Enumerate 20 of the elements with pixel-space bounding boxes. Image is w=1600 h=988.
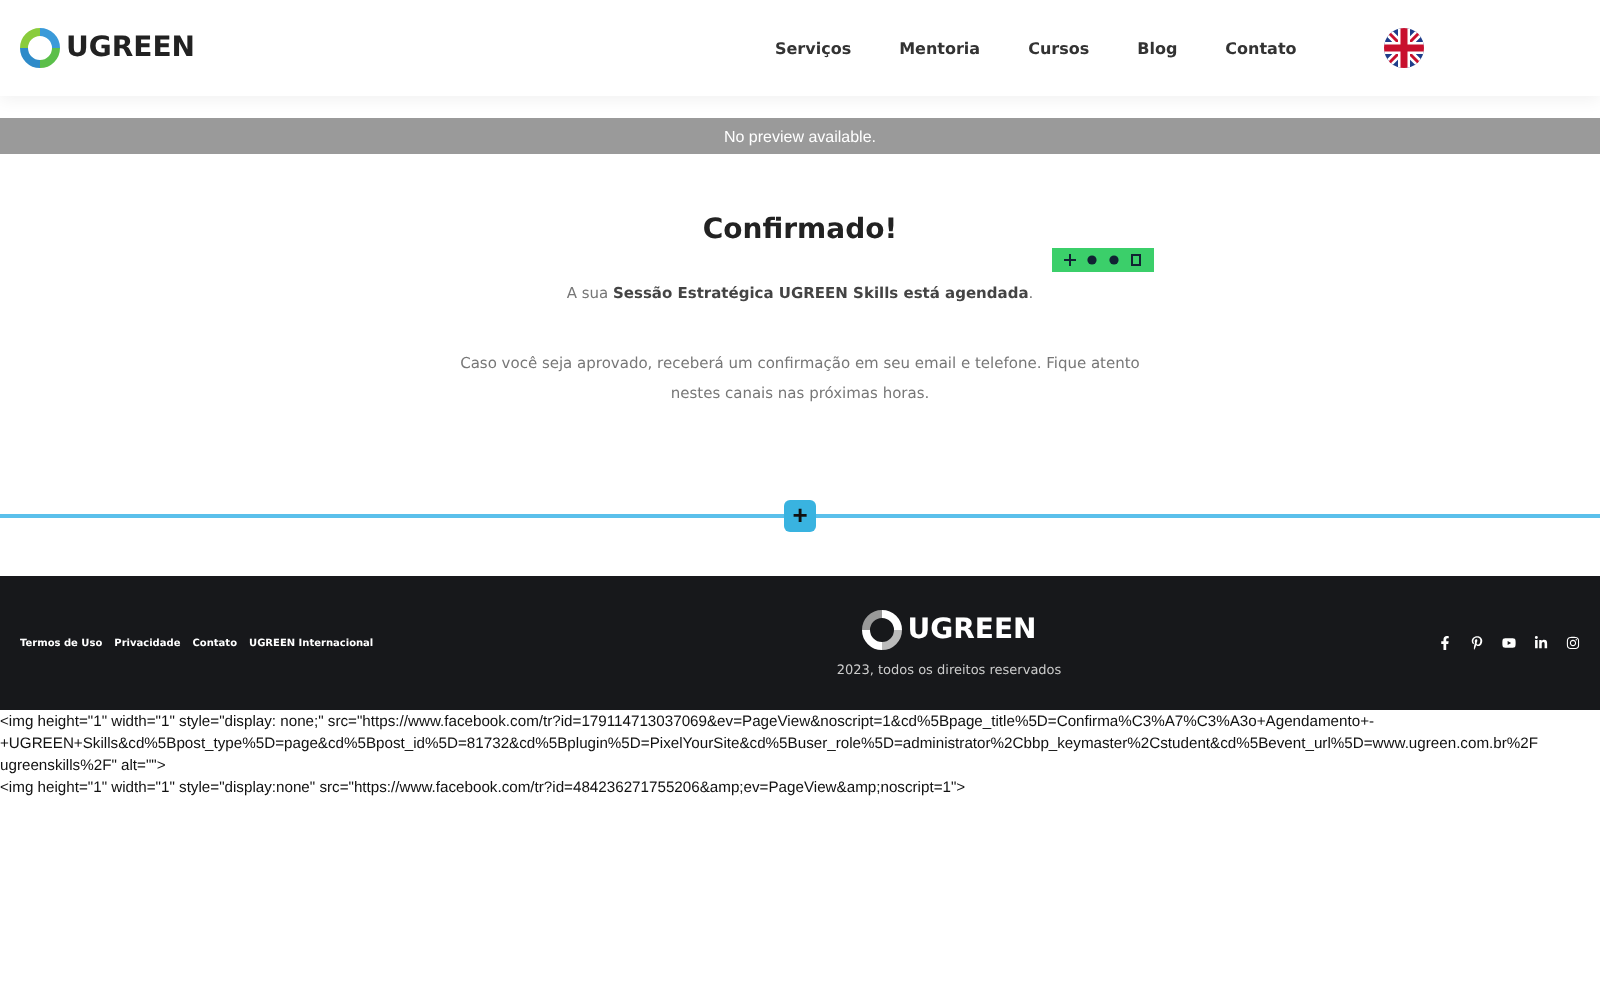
nav-link[interactable]: Cursos [1028, 39, 1090, 57]
logo-text[interactable]: UGREEN [66, 32, 195, 64]
nav-link[interactable]: Blog [1137, 39, 1178, 57]
facebook-icon[interactable] [1438, 636, 1452, 650]
add-section-button[interactable]: + [784, 500, 816, 532]
logo-icon [20, 28, 60, 68]
logo-icon [861, 609, 902, 649]
nav-link[interactable]: Contato [1225, 39, 1297, 57]
flag-icon[interactable] [1384, 28, 1424, 68]
delete-icon[interactable] [1130, 254, 1142, 266]
youtube-icon[interactable] [1502, 636, 1516, 650]
preview-message: No preview available. [723, 127, 877, 145]
instagram-icon[interactable] [1566, 636, 1580, 650]
pinterest-icon[interactable] [1470, 636, 1484, 650]
page-title: Confirmado! [702, 214, 898, 246]
nav-link[interactable]: Serviços [774, 39, 852, 57]
move-icon[interactable] [1064, 254, 1076, 266]
logo-text[interactable]: UGREEN [907, 613, 1037, 645]
linkedin-icon[interactable] [1534, 636, 1548, 650]
nav-link[interactable]: Mentoria [899, 39, 981, 57]
